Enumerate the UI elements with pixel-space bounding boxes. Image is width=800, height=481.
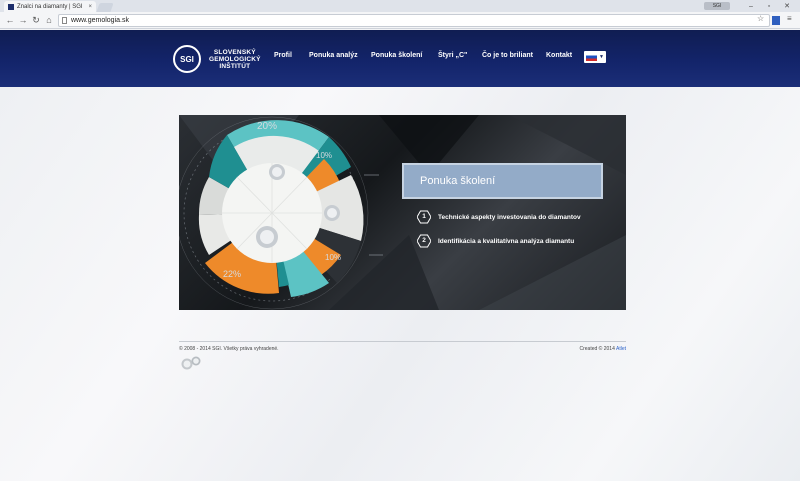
logo-text: SLOVENSKÝ GEMOLOGICKÝ INŠTITÚT (209, 48, 261, 70)
hexagon-number-icon: 1 (417, 210, 431, 224)
footer-diamonds-icon (181, 356, 201, 370)
site-logo[interactable]: SGI SLOVENSKÝ GEMOLOGICKÝ INŠTITÚT (173, 45, 261, 73)
offer-item-1-text: Technické aspekty investovania do diaman… (438, 213, 581, 221)
offer-title-box[interactable]: Ponuka školení (402, 163, 603, 199)
offer-item-2[interactable]: 2 Identifikácia a kvalitatívna analýza d… (417, 234, 574, 248)
menu-icon[interactable]: ≡ (787, 14, 792, 23)
percent-label-top: 20% (257, 121, 277, 132)
browser-toolbar: ← → ↻ ⌂ www.gemologia.sk ☆ ≡ (0, 12, 800, 29)
footer-created: Created © 2014 Atlet (579, 346, 626, 352)
menu-item-co-je-to-briliant[interactable]: Čo je to briliant (482, 52, 533, 59)
reload-icon[interactable]: ↻ (30, 14, 42, 26)
menu-item-ponuka-analyz[interactable]: Ponuka analýz (309, 52, 358, 59)
percent-label-right: 10% (316, 151, 332, 160)
address-bar[interactable]: www.gemologia.sk (58, 14, 770, 27)
menu-item-ponuka-skoleni[interactable]: Ponuka školení (371, 52, 422, 59)
extension-icon[interactable] (772, 16, 780, 25)
star-icon[interactable]: ☆ (757, 14, 764, 23)
logo-mark: SGI (173, 45, 201, 73)
chevron-down-icon: ▼ (599, 54, 604, 60)
menu-item-styri-c[interactable]: Štyri „C" (438, 52, 467, 59)
home-icon[interactable]: ⌂ (43, 14, 55, 26)
window-user-badge[interactable]: SGI (704, 2, 730, 10)
footer-divider (179, 341, 626, 342)
offer-item-1[interactable]: 1 Technické aspekty investovania do diam… (417, 210, 581, 224)
training-banner: 20% 10% 10% 22% Ponuka školení 1 Technic… (179, 115, 626, 310)
minimize-icon[interactable]: – (742, 3, 760, 10)
menu-item-kontakt[interactable]: Kontakt (546, 52, 572, 59)
percent-label-bottom-left: 22% (223, 269, 241, 279)
footer-copyright: © 2008 - 2014 SGI. Všetky práva vyhraden… (179, 346, 279, 352)
browser-tab[interactable]: Znalci na diamanty | SGI × (4, 1, 96, 12)
address-text: www.gemologia.sk (71, 17, 129, 24)
tab-close-icon[interactable]: × (88, 4, 92, 10)
tab-title: Znalci na diamanty | SGI (17, 3, 83, 10)
favicon-icon (8, 3, 14, 10)
window-controls: SGI – ▫ ✕ (704, 0, 796, 12)
hexagon-number-icon: 2 (417, 234, 431, 248)
new-tab-button[interactable] (96, 3, 114, 12)
footer-created-link[interactable]: Atlet (616, 346, 626, 352)
back-icon[interactable]: ← (4, 14, 16, 26)
language-selector[interactable]: ▼ (584, 51, 606, 63)
page-icon (62, 17, 67, 24)
slovak-flag-icon (586, 53, 597, 61)
browser-tab-bar: Znalci na diamanty | SGI × SGI – ▫ ✕ (0, 0, 800, 12)
maximize-icon[interactable]: ▫ (760, 3, 778, 10)
menu-item-profil[interactable]: Profil (274, 52, 292, 59)
forward-icon[interactable]: → (17, 14, 29, 26)
offer-item-2-text: Identifikácia a kvalitatívna analýza dia… (438, 237, 575, 245)
site-header: SGI SLOVENSKÝ GEMOLOGICKÝ INŠTITÚT Profi… (0, 30, 800, 87)
percent-label-bottom-right: 10% (325, 253, 341, 262)
close-window-icon[interactable]: ✕ (778, 2, 796, 10)
